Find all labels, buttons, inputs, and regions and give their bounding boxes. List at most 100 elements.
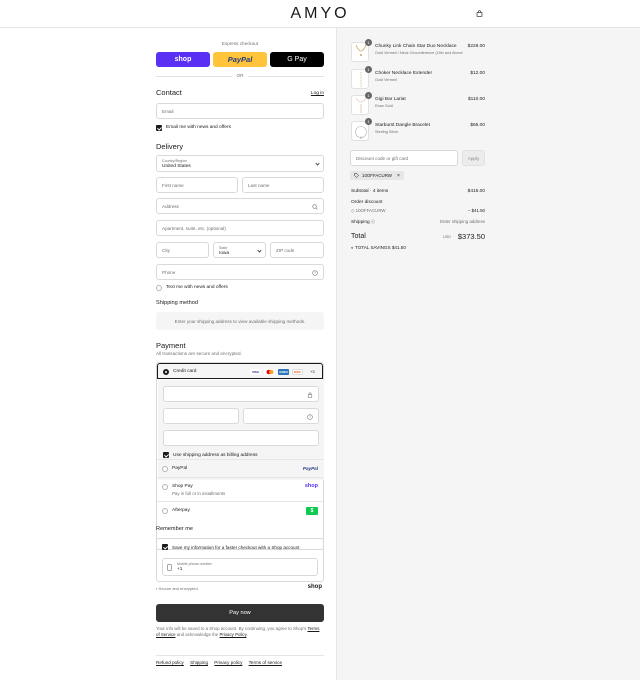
- quantity-badge: 1: [365, 39, 372, 46]
- savings-tag-icon: ◐: [351, 245, 354, 250]
- save-info-checkbox[interactable]: [162, 544, 168, 550]
- remember-me-heading: Remember me: [156, 526, 193, 532]
- order-discount-code-row: ◇ 10OFFACURW – $41.50: [351, 208, 485, 213]
- tag-icon: ◇: [351, 208, 355, 213]
- credit-card-radio[interactable]: [163, 368, 169, 375]
- mobile-phone-field[interactable]: Mobile phone number +1: [162, 558, 318, 576]
- chevron-down-icon: [315, 161, 320, 166]
- contact-heading: Contact: [156, 88, 182, 97]
- cart-item: 1 Chunky Link Chain Star Duo Necklace Go…: [351, 39, 485, 64]
- paypal-express-button[interactable]: PayPal: [213, 52, 267, 67]
- footer-divider: [156, 655, 324, 656]
- discount-code-input[interactable]: Discount code or gift card: [350, 150, 458, 166]
- privacy-policy-link[interactable]: Privacy Policy: [219, 632, 246, 637]
- state-select[interactable]: State Iowa: [213, 242, 266, 258]
- address-field[interactable]: Address: [156, 198, 324, 214]
- login-link[interactable]: Log in: [311, 91, 324, 96]
- expiry-field[interactable]: [163, 408, 239, 424]
- lock-icon: [307, 392, 313, 398]
- quantity-badge: 1: [365, 66, 372, 73]
- secure-encrypted-note: ▪ Secure and encrypted: [156, 586, 198, 591]
- afterpay-radio[interactable]: [162, 507, 168, 514]
- order-summary: 1 Chunky Link Chain Star Duo Necklace Go…: [336, 28, 640, 680]
- discover-icon: DISC: [292, 369, 303, 375]
- shipping-method-heading: Shipping method: [156, 300, 198, 306]
- payment-methods: Credit card VISA AMEX DISC +3 ? Use ship…: [156, 362, 324, 550]
- remember-me-box: Save my information for a faster checkou…: [156, 538, 324, 582]
- cart-item: 1 Choker Necklace Extender Gold Vermeil …: [351, 66, 485, 91]
- svg-text:?: ?: [314, 271, 316, 275]
- card-number-field[interactable]: [163, 386, 319, 402]
- shipping-row: Shipping ⓘ Enter shipping address: [351, 219, 485, 225]
- more-cards-badge: +3: [310, 369, 315, 374]
- pay-now-button[interactable]: Pay now: [156, 604, 324, 622]
- subtotal-row: Subtotal · 4 items $415.00: [351, 189, 485, 194]
- sms-label: Text me with news and offers: [166, 285, 228, 290]
- payment-heading: Payment: [156, 341, 186, 350]
- last-name-field[interactable]: Last name: [242, 177, 324, 193]
- footer-links: Refund policy Shipping Privacy policy Te…: [156, 660, 287, 665]
- apartment-field[interactable]: Apartment, suite, etc. (optional): [156, 220, 324, 236]
- total-savings-row: ◐ TOTAL SAVINGS $41.50: [351, 245, 406, 250]
- newsletter-checkbox[interactable]: [156, 125, 162, 131]
- paypal-logo-icon: PayPal: [302, 466, 318, 471]
- billing-same-label: Use shipping address as billing address: [173, 452, 258, 458]
- total-row: Total $373.50 USD: [351, 232, 485, 241]
- mobile-phone-icon: [167, 564, 172, 571]
- chevron-down-icon: [257, 248, 262, 253]
- email-field[interactable]: Email: [156, 103, 324, 119]
- remove-discount-icon[interactable]: ×: [397, 173, 400, 179]
- save-info-label: Save my information for a faster checkou…: [172, 544, 300, 550]
- shop-brand-logo: shop: [307, 584, 322, 590]
- name-on-card-field[interactable]: [163, 430, 319, 446]
- lock-icon: ▪: [156, 586, 158, 591]
- privacy-policy-footer-link[interactable]: Privacy policy: [214, 660, 242, 665]
- security-code-field[interactable]: ?: [243, 408, 319, 424]
- help-icon[interactable]: ?: [307, 414, 313, 420]
- shop-pay-radio[interactable]: [162, 483, 168, 490]
- amex-icon: AMEX: [278, 369, 289, 375]
- sms-checkbox[interactable]: [156, 285, 162, 291]
- help-icon[interactable]: ⓘ: [371, 219, 375, 224]
- shop-terms-fine-print: Your info will be saved to a Shop accoun…: [156, 626, 320, 638]
- shop-pay-express-button[interactable]: shop: [156, 52, 210, 67]
- delivery-heading: Delivery: [156, 142, 184, 151]
- total-amount: $373.50: [457, 232, 485, 241]
- shopping-bag-icon[interactable]: [476, 10, 483, 17]
- newsletter-label: Email me with news and offers: [166, 125, 231, 130]
- paypal-option[interactable]: PayPal PayPal: [157, 459, 323, 477]
- payment-subtitle: All transactions are secure and encrypte…: [156, 351, 242, 356]
- express-checkout-label: Express checkout: [221, 41, 259, 46]
- or-divider: OR: [156, 73, 324, 79]
- shop-pay-option[interactable]: Shop Pay Pay in full or in installments …: [157, 477, 323, 501]
- visa-icon: VISA: [250, 369, 261, 375]
- afterpay-option[interactable]: Afterpay $: [157, 501, 323, 519]
- google-pay-express-button[interactable]: G Pay: [270, 52, 324, 67]
- help-icon[interactable]: ?: [312, 270, 318, 276]
- shipping-link[interactable]: Shipping: [190, 660, 208, 665]
- site-header: AMYO: [0, 0, 640, 28]
- terms-of-service-footer-link[interactable]: Terms of service: [249, 660, 282, 665]
- country-select[interactable]: Country/Region United States: [156, 155, 324, 172]
- mastercard-icon: [264, 369, 275, 375]
- afterpay-logo-icon: $: [306, 507, 318, 515]
- billing-same-checkbox[interactable]: [163, 452, 169, 458]
- apply-discount-button[interactable]: Apply: [462, 150, 485, 166]
- store-logo[interactable]: AMYO: [0, 5, 640, 23]
- order-discount-row: Order discount: [351, 200, 383, 205]
- first-name-field[interactable]: First name: [156, 177, 238, 193]
- paypal-radio[interactable]: [162, 465, 168, 472]
- quantity-badge: 1: [365, 118, 372, 125]
- currency-label: USD: [442, 235, 451, 239]
- credit-card-option[interactable]: Credit card VISA AMEX DISC +3: [157, 363, 323, 379]
- tag-icon: [354, 173, 359, 178]
- city-field[interactable]: City: [156, 242, 209, 258]
- refund-policy-link[interactable]: Refund policy: [156, 660, 184, 665]
- shop-logo-icon: shop: [304, 483, 318, 489]
- quantity-badge: 1: [365, 92, 372, 99]
- shipping-method-placeholder: Enter your shipping address to view avai…: [156, 312, 324, 330]
- phone-field[interactable]: Phone ?: [156, 264, 324, 280]
- cart-item: 1 Gigi Bar Lariat Rose Gold $110.00: [351, 92, 485, 117]
- zip-field[interactable]: ZIP code: [270, 242, 324, 258]
- search-icon: [312, 204, 318, 210]
